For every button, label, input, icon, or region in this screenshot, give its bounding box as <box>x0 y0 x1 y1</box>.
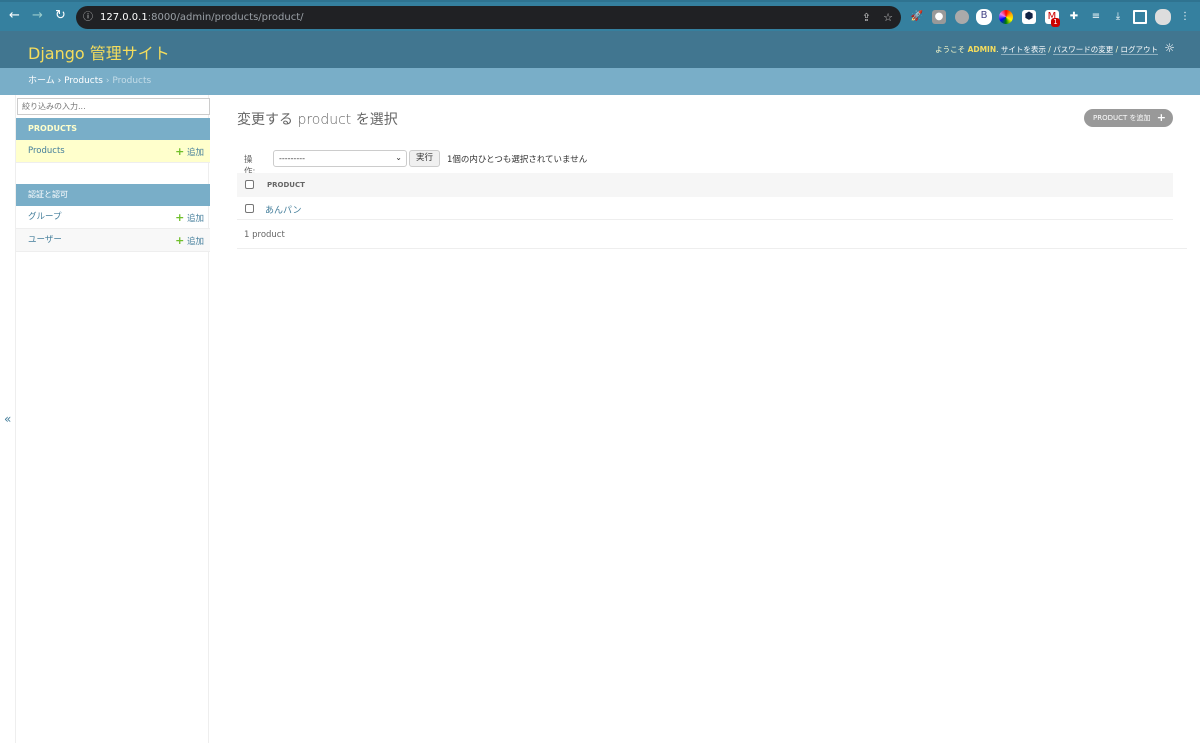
back-icon[interactable]: ← <box>9 8 20 23</box>
sidebar-toggle[interactable]: « <box>4 412 11 426</box>
address-bar[interactable]: ⓘ 127.0.0.1:8000/admin/products/product/… <box>76 6 901 29</box>
nav-sidebar: PRODUCTS Products + 追加 認証と認可 グループ + 追加 ユ… <box>15 95 210 743</box>
view-site-link[interactable]: サイトを表示 <box>1000 45 1046 55</box>
star-icon[interactable]: ☆ <box>883 6 893 29</box>
add-link[interactable]: + 追加 <box>175 140 204 165</box>
add-label: 追加 <box>186 148 204 158</box>
camera-extension-icon[interactable]: ● <box>932 10 946 24</box>
forward-icon[interactable]: → <box>32 8 43 23</box>
action-select[interactable]: --------- ⌄ <box>273 150 407 167</box>
table-header: PRODUCT <box>237 173 1173 197</box>
sidebar-item-label[interactable]: ユーザー <box>28 235 62 245</box>
sidebar-item-users[interactable]: ユーザー + 追加 <box>16 229 210 252</box>
sidebar-item-groups[interactable]: グループ + 追加 <box>16 206 210 229</box>
theme-toggle-icon[interactable]: ☼ <box>1164 41 1175 55</box>
row-checkbox[interactable] <box>245 204 254 213</box>
face-extension-icon[interactable] <box>955 10 969 24</box>
puzzle-icon[interactable]: ✚ <box>1067 10 1081 24</box>
user-tools: ようこそ ADMIN. サイトを表示 / パスワードの変更 / ログアウト <box>935 45 1158 55</box>
browser-toolbar: ← → ↻ ⓘ 127.0.0.1:8000/admin/products/pr… <box>0 0 1200 31</box>
add-link[interactable]: + 追加 <box>175 206 204 231</box>
add-link[interactable]: + 追加 <box>175 229 204 254</box>
sidebar-item-label[interactable]: Products <box>28 146 65 156</box>
reload-icon[interactable]: ↻ <box>55 8 66 23</box>
run-action-button[interactable]: 実行 <box>409 150 440 167</box>
breadcrumb-current: Products <box>112 76 152 86</box>
download-icon[interactable]: ⤓ <box>1111 10 1125 24</box>
welcome-text: ようこそ <box>935 45 966 54</box>
breadcrumb-home[interactable]: ホーム <box>28 76 55 86</box>
breadcrumb: ホーム › Products › Products <box>0 68 1200 95</box>
b-extension-icon[interactable]: B <box>976 9 992 25</box>
username: ADMIN <box>967 45 997 54</box>
chevron-down-icon: ⌄ <box>395 153 402 162</box>
paginator: 1 product <box>237 220 1187 249</box>
plus-icon: + <box>175 145 185 158</box>
hex-extension-icon[interactable]: ⬢ <box>1022 10 1036 24</box>
admin-header: Django 管理サイト ようこそ ADMIN. サイトを表示 / パスワードの… <box>0 31 1200 68</box>
sidebar-item-products[interactable]: Products + 追加 <box>16 140 210 163</box>
nav-filter-input[interactable] <box>17 98 210 115</box>
url-path: :8000/admin/products/product/ <box>147 12 304 23</box>
add-label: 追加 <box>186 214 204 224</box>
plus-icon: + <box>1156 111 1166 124</box>
color-extension-icon[interactable] <box>999 10 1013 24</box>
module-caption-auth[interactable]: 認証と認可 <box>16 184 210 206</box>
select-all-checkbox[interactable] <box>245 180 254 189</box>
share-icon[interactable]: ⇪ <box>862 6 871 29</box>
add-button-label: PRODUCT を追加 <box>1093 114 1151 122</box>
playlist-icon[interactable]: ≡ <box>1089 10 1103 24</box>
sidepanel-icon[interactable] <box>1133 10 1147 24</box>
info-icon: ⓘ <box>83 12 93 23</box>
sidebar-item-label[interactable]: グループ <box>28 212 62 222</box>
column-header-product[interactable]: PRODUCT <box>267 181 305 189</box>
mail-badge: 1 <box>1051 18 1060 27</box>
change-password-link[interactable]: パスワードの変更 <box>1053 45 1114 55</box>
product-link[interactable]: あんパン <box>265 203 301 216</box>
page-title: 変更する product を選択 <box>237 112 398 128</box>
selection-counter: 1個の内ひとつも選択されていません <box>447 155 588 165</box>
breadcrumb-app[interactable]: Products <box>64 76 103 86</box>
table-row: あんパン <box>237 197 1173 220</box>
plus-icon: + <box>175 211 185 224</box>
site-brand[interactable]: Django 管理サイト <box>28 40 170 64</box>
menu-icon[interactable]: ⋮ <box>1178 10 1192 24</box>
add-product-button[interactable]: PRODUCT を追加 + <box>1084 109 1173 127</box>
breadcrumb-separator: › <box>57 76 62 86</box>
logout-link[interactable]: ログアウト <box>1120 45 1158 55</box>
avatar[interactable] <box>1155 9 1171 25</box>
url-host: 127.0.0.1 <box>100 12 148 23</box>
breadcrumb-separator: › <box>105 76 110 86</box>
rocket-extension-icon[interactable]: 🚀 <box>910 10 924 24</box>
module-caption-products[interactable]: PRODUCTS <box>16 118 210 140</box>
plus-icon: + <box>175 234 185 247</box>
add-label: 追加 <box>186 237 204 247</box>
action-selected: --------- <box>279 154 305 163</box>
